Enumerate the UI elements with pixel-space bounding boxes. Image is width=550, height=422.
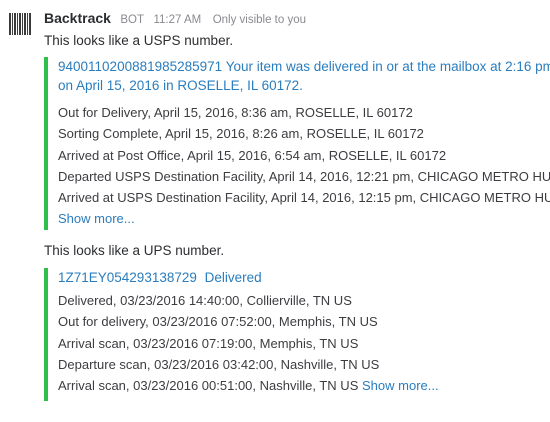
ups-event: Arrival scan, 03/23/2016 07:19:00, Memph… <box>58 335 359 351</box>
usps-title[interactable]: 9400110200881985285971 Your item was del… <box>58 57 550 95</box>
ups-attachment: 1Z71EY054293138729 Delivered Delivered, … <box>44 268 439 401</box>
usps-event: Sorting Complete, April 15, 2016, 8:26 a… <box>58 126 424 142</box>
usps-status-line2: on April 15, 2016 in ROSELLE, IL 60172. <box>58 78 303 93</box>
ups-event: Departure scan, 03/23/2016 03:42:00, Nas… <box>58 356 380 372</box>
message-header: Backtrack BOT 11:27 AM Only visible to y… <box>44 10 306 28</box>
usps-event: Arrived at Post Office, April 15, 2016, … <box>58 147 447 163</box>
ups-event: Arrival scan, 03/23/2016 00:51:00, Nashv… <box>58 378 359 394</box>
ups-title[interactable]: 1Z71EY054293138729 Delivered <box>58 268 439 287</box>
usps-status-line1: Your item was delivered in or at the mai… <box>225 59 550 74</box>
sender-name[interactable]: Backtrack <box>44 10 111 26</box>
ups-status: Delivered <box>204 270 262 285</box>
usps-tracking-number[interactable]: 9400110200881985285971 <box>58 59 222 74</box>
ups-event: Out for delivery, 03/23/2016 07:52:00, M… <box>58 314 378 330</box>
usps-event: Arrived at USPS Destination Facility, Ap… <box>58 190 550 206</box>
bot-message: Backtrack BOT 11:27 AM Only visible to y… <box>0 0 550 422</box>
timestamp[interactable]: 11:27 AM <box>153 14 201 26</box>
usps-event: Departed USPS Destination Facility, Apri… <box>58 168 550 184</box>
usps-show-more-link[interactable]: Show more... <box>58 211 135 226</box>
usps-intro: This looks like a USPS number. <box>44 33 234 48</box>
visibility-note: Only visible to you <box>212 14 307 26</box>
bot-badge: BOT <box>120 14 145 26</box>
usps-attachment: 9400110200881985285971 Your item was del… <box>44 57 550 230</box>
ups-intro: This looks like a UPS number. <box>44 243 225 258</box>
ups-show-more-link[interactable]: Show more... <box>362 378 439 393</box>
ups-event: Delivered, 03/23/2016 14:40:00, Collierv… <box>58 293 352 308</box>
usps-event: Out for Delivery, April 15, 2016, 8:36 a… <box>58 105 413 120</box>
barcode-icon[interactable] <box>9 13 31 35</box>
ups-tracking-number[interactable]: 1Z71EY054293138729 <box>58 270 197 285</box>
